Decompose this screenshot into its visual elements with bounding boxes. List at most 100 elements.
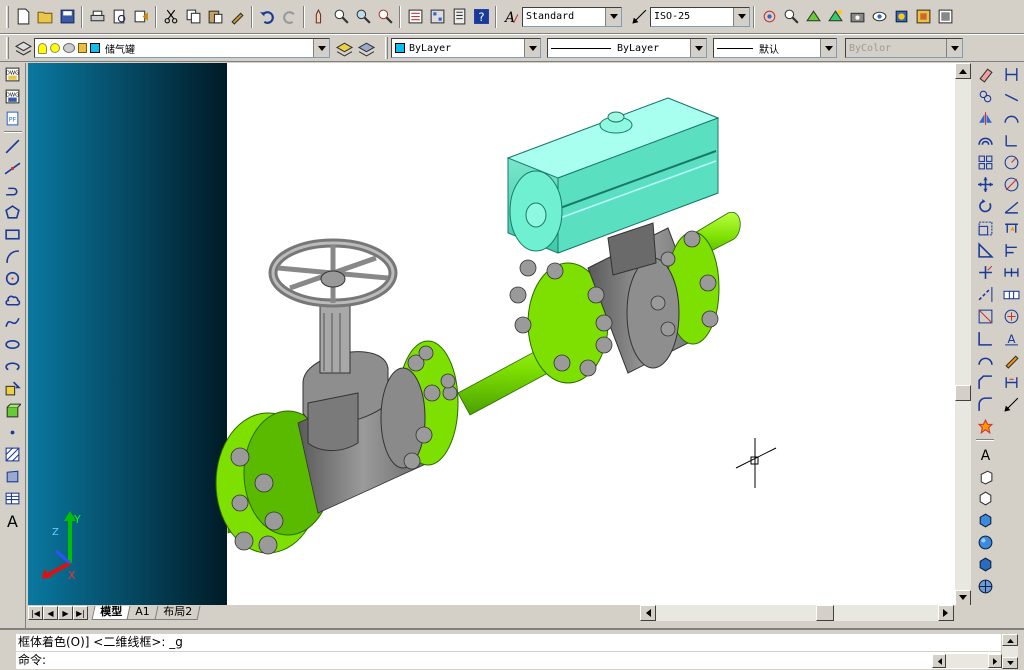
material-icon[interactable] (912, 6, 934, 28)
spline-icon[interactable] (2, 311, 24, 333)
scene-icon[interactable] (934, 6, 956, 28)
drawing-canvas[interactable]: Y Z X (28, 63, 955, 605)
pan-icon[interactable] (308, 6, 330, 28)
tab-model[interactable]: 模型 (91, 605, 131, 620)
drawing-viewport[interactable]: Y Z X (28, 63, 955, 605)
dim-style-icon[interactable] (628, 6, 650, 28)
light-icon[interactable] (890, 6, 912, 28)
valve-neck[interactable] (307, 392, 359, 451)
radius-dimension-icon[interactable] (1000, 151, 1022, 173)
tolerance-icon[interactable] (1000, 283, 1022, 305)
command-vertical-scrollbar[interactable] (1002, 634, 1018, 669)
rectangle-icon[interactable] (2, 223, 24, 245)
toolbar-grip[interactable] (6, 37, 9, 59)
3d-text-icon[interactable]: A (974, 443, 996, 465)
ellipse-icon[interactable] (2, 333, 24, 355)
circle-icon[interactable] (2, 267, 24, 289)
viewport-freeze-icon[interactable] (63, 43, 75, 53)
scroll-right-button[interactable] (938, 605, 954, 621)
render-icon[interactable] (824, 6, 846, 28)
scroll-thumb[interactable] (816, 605, 834, 621)
center-mark-icon[interactable] (1000, 305, 1022, 327)
table-icon[interactable] (2, 487, 24, 509)
lightbulb-icon[interactable] (38, 42, 47, 54)
chevron-down-icon[interactable] (524, 39, 540, 57)
open-icon[interactable] (34, 6, 56, 28)
construction-line-icon[interactable] (2, 157, 24, 179)
lock-icon[interactable] (78, 43, 87, 53)
insert-block-icon[interactable] (2, 377, 24, 399)
dimension-edit-icon[interactable]: A (1000, 327, 1022, 349)
arc-length-icon[interactable] (1000, 107, 1022, 129)
view-icon[interactable] (868, 6, 890, 28)
toolbar-grip[interactable] (385, 37, 388, 59)
3d-box-icon[interactable] (974, 465, 996, 487)
zoom-window-icon[interactable] (352, 6, 374, 28)
ordinate-dimension-icon[interactable] (1000, 129, 1022, 151)
move-icon[interactable] (974, 173, 996, 195)
paste-icon[interactable] (204, 6, 226, 28)
hatch-icon[interactable] (2, 443, 24, 465)
layer-previous-icon[interactable] (355, 37, 377, 59)
3d-wedge-icon[interactable] (974, 487, 996, 509)
redo-icon[interactable] (278, 6, 300, 28)
dimension-style-icon[interactable] (1000, 393, 1022, 415)
break-icon[interactable] (974, 327, 996, 349)
chevron-down-icon[interactable] (313, 39, 329, 57)
erase-icon[interactable] (974, 63, 996, 85)
last-tab-button[interactable]: ▶| (73, 606, 88, 620)
diameter-dimension-icon[interactable] (1000, 173, 1022, 195)
make-object-layer-current-icon[interactable] (333, 37, 355, 59)
continue-dimension-icon[interactable] (1000, 261, 1022, 283)
explode-icon[interactable] (974, 415, 996, 437)
cut-icon[interactable] (160, 6, 182, 28)
chevron-down-icon[interactable] (605, 7, 621, 26)
dimension-text-edit-icon[interactable] (1000, 349, 1022, 371)
camera-icon[interactable] (846, 6, 868, 28)
3d-solid-box-icon[interactable] (974, 509, 996, 531)
3d-cube-icon[interactable] (974, 553, 996, 575)
zoom-3d-icon[interactable] (780, 6, 802, 28)
layer-manager-icon[interactable] (12, 37, 34, 59)
scroll-right-button[interactable] (988, 654, 1002, 668)
make-block-icon[interactable] (2, 399, 24, 421)
design-center-icon[interactable] (426, 6, 448, 28)
rotate-icon[interactable] (974, 195, 996, 217)
polyline-icon[interactable] (2, 179, 24, 201)
zoom-realtime-icon[interactable] (330, 6, 352, 28)
match-properties-icon[interactable] (226, 6, 248, 28)
scroll-up-button[interactable] (1002, 634, 1018, 646)
zoom-previous-icon[interactable] (374, 6, 396, 28)
sun-icon[interactable] (50, 43, 60, 53)
scroll-left-button[interactable] (640, 605, 656, 621)
color-select[interactable]: ByLayer (391, 38, 541, 58)
region-icon[interactable] (2, 465, 24, 487)
point-icon[interactable] (2, 421, 24, 443)
dim-style-select[interactable]: ISO-25 (650, 6, 750, 27)
properties-icon[interactable] (404, 6, 426, 28)
stretch-icon[interactable] (974, 239, 996, 261)
drawing-horizontal-scrollbar[interactable] (640, 605, 954, 621)
pdf-export-icon[interactable]: PF (2, 107, 24, 129)
scroll-down-button[interactable] (955, 590, 971, 606)
new-icon[interactable] (12, 6, 34, 28)
dimension-update-icon[interactable] (1000, 371, 1022, 393)
quick-dimension-icon[interactable] (1000, 217, 1022, 239)
mirror-icon[interactable] (974, 107, 996, 129)
copy-object-icon[interactable] (974, 85, 996, 107)
undo-icon[interactable] (256, 6, 278, 28)
first-tab-button[interactable]: |◀ (28, 606, 43, 620)
fillet-icon[interactable] (974, 393, 996, 415)
3d-orbit-icon[interactable] (758, 6, 780, 28)
text-style-select[interactable]: Standard (522, 6, 622, 27)
trim-icon[interactable] (974, 261, 996, 283)
help-icon[interactable]: ? (470, 6, 492, 28)
text-style-icon[interactable]: A (500, 6, 522, 28)
lineweight-select[interactable]: 默认 (713, 38, 837, 58)
linear-dimension-icon[interactable] (1000, 63, 1022, 85)
tab-layout2[interactable]: 布局2 (154, 605, 201, 620)
dwg-save-icon[interactable]: DWG (2, 85, 24, 107)
arc-icon[interactable] (2, 245, 24, 267)
chamfer-icon[interactable] (974, 371, 996, 393)
next-tab-button[interactable]: ▶ (58, 606, 73, 620)
